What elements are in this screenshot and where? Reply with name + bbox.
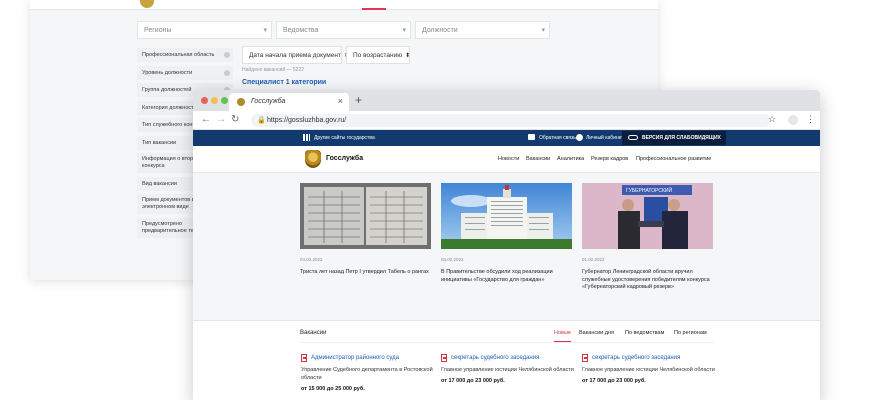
browser-menu-icon[interactable]: ⋮	[806, 114, 815, 125]
news-date: 04.02.2022	[300, 257, 323, 262]
vacancy-title[interactable]: секретарь судебного заседания	[451, 355, 539, 361]
document-icon	[582, 354, 588, 362]
url-text: https://gossluzhba.gov.ru/	[267, 117, 347, 124]
nav-vacancies[interactable]: Вакансии	[526, 156, 550, 162]
site-header: Госслужба Новости Вакансии Аналитика Рез…	[193, 146, 820, 173]
user-icon	[576, 134, 583, 141]
vacancy-salary: от 15 000 до 25 000 руб.	[301, 386, 365, 392]
profile-avatar[interactable]	[788, 115, 798, 125]
news-title-link[interactable]: В Правительстве обсудили ход реализации …	[441, 269, 575, 284]
new-tab-icon[interactable]: +	[355, 93, 362, 107]
expand-icon	[224, 69, 230, 76]
news-date: 03.02.2022	[441, 257, 464, 262]
news-title-link[interactable]: Губернатор Ленинградской области вручил …	[582, 269, 716, 292]
vacancy-title[interactable]: Администратор районного суда	[311, 355, 399, 361]
vacancy-result-link[interactable]: Специалист 1 категории	[242, 79, 326, 86]
tabs-divider	[300, 342, 713, 343]
news-date: 01.02.2022	[582, 257, 605, 262]
lock-icon: 🔒	[257, 117, 266, 124]
bookmark-star-icon[interactable]: ☆	[768, 114, 776, 125]
grid-apps-icon[interactable]	[303, 134, 310, 141]
news-image-table-of-ranks[interactable]	[300, 183, 431, 249]
vacancy-card[interactable]: Администратор районного суда Управление …	[301, 354, 436, 392]
sort-by-date-button[interactable]: Дата начала приема документ⬍	[242, 46, 349, 64]
active-tab-indicator	[554, 341, 571, 342]
nav-professional-development[interactable]: Профессиональное развитие	[636, 156, 711, 162]
tab-by-department[interactable]: По ведомствам	[625, 330, 664, 336]
address-bar[interactable]: 🔒 https://gossluzhba.gov.ru/	[251, 114, 771, 127]
vacancies-heading: Вакансии	[300, 330, 327, 336]
tab-title: Госслужба	[251, 98, 286, 105]
screenshot-stage: Регионы Ведомства Должности Дата начала …	[0, 0, 870, 400]
news-title-link[interactable]: Триста лет назад Петр I утвердил Табель …	[300, 269, 434, 277]
tab-by-region[interactable]: По регионам	[674, 330, 707, 336]
expand-icon	[224, 52, 230, 58]
nav-analytics[interactable]: Аналитика	[557, 156, 584, 162]
vacancy-organization: Главное управление юстиции Челябинской о…	[441, 367, 574, 373]
nav-personnel-reserve[interactable]: Резерв кадров	[591, 156, 628, 162]
sort-order-button[interactable]: По возрастанию ⬍	[346, 46, 410, 64]
vacancy-title[interactable]: секретарь судебного заседания	[592, 355, 680, 361]
sidebar-filter-item[interactable]: Уровень должности	[137, 65, 233, 80]
positions-select[interactable]: Должности	[415, 21, 550, 39]
sidebar-filter-item[interactable]: Профессиональная область	[137, 48, 233, 62]
close-tab-icon[interactable]: ×	[338, 96, 343, 106]
personal-cabinet-link[interactable]: Личный кабинет	[586, 135, 624, 141]
website-viewport: Другие сайты государства Обратная связь …	[193, 130, 820, 400]
address-toolbar: ← → ↻ 🔒 https://gossluzhba.gov.ru/ ☆ ⋮	[193, 111, 820, 130]
tab-vacancies-of-day[interactable]: Вакансии дня	[579, 330, 614, 336]
browser-tab-bar: Госслужба × +	[193, 90, 820, 111]
back-active-nav-indicator	[362, 8, 386, 10]
back-window-header	[30, 0, 658, 10]
vacancy-salary: от 17 000 до 23 000 руб.	[582, 378, 646, 384]
regions-select[interactable]: Регионы	[137, 21, 272, 39]
mail-icon	[528, 134, 535, 140]
favicon-icon	[237, 98, 245, 106]
document-icon	[441, 354, 447, 362]
vacancy-card[interactable]: секретарь судебного заседания Главное уп…	[582, 354, 717, 384]
forward-arrow-icon[interactable]: →	[216, 114, 226, 125]
document-icon	[301, 354, 307, 362]
back-arrow-icon[interactable]: ←	[201, 114, 211, 125]
news-image-governor-ceremony[interactable]: ГУБЕРНАТОРСКИЙ	[582, 183, 713, 249]
departments-select[interactable]: Ведомства	[276, 21, 411, 39]
close-window-icon[interactable]	[201, 97, 208, 104]
vacancy-card[interactable]: секретарь судебного заседания Главное уп…	[441, 354, 576, 384]
back-emblem-icon	[140, 0, 154, 8]
vacancy-organization: Управление Судебного департамента в Рост…	[301, 367, 433, 381]
vacancy-organization: Главное управление юстиции Челябинской о…	[582, 367, 715, 373]
gov-top-strip: Другие сайты государства Обратная связь …	[193, 130, 820, 146]
image-caption: ГУБЕРНАТОРСКИЙ	[626, 186, 673, 194]
vacancies-found-count: Найдено вакансий — 5222	[242, 67, 305, 73]
vacancies-section: Вакансии Новые Вакансии дня По ведомства…	[193, 320, 820, 400]
browser-tab[interactable]: Госслужба ×	[229, 93, 349, 111]
sort-arrow-icon: ⬍	[405, 53, 411, 59]
coat-of-arms-icon[interactable]	[305, 150, 321, 168]
glasses-icon	[628, 135, 638, 140]
minimize-window-icon[interactable]	[211, 97, 218, 104]
news-image-government-house[interactable]	[441, 183, 572, 249]
browser-window: Госслужба × + ← → ↻ 🔒 https://gossluzhba…	[193, 90, 820, 400]
feedback-link[interactable]: Обратная связь	[539, 135, 576, 141]
tab-new[interactable]: Новые	[554, 330, 571, 336]
nav-news[interactable]: Новости	[498, 156, 519, 162]
site-brand[interactable]: Госслужба	[326, 155, 363, 162]
maximize-window-icon[interactable]	[221, 97, 228, 104]
reload-icon[interactable]: ↻	[231, 114, 239, 125]
visually-impaired-button[interactable]: ВЕРСИЯ ДЛЯ СЛАБОВИДЯЩИХ	[622, 131, 726, 145]
vacancy-salary: от 17 000 до 23 000 руб.	[441, 378, 505, 384]
other-sites-link[interactable]: Другие сайты государства	[314, 135, 375, 141]
